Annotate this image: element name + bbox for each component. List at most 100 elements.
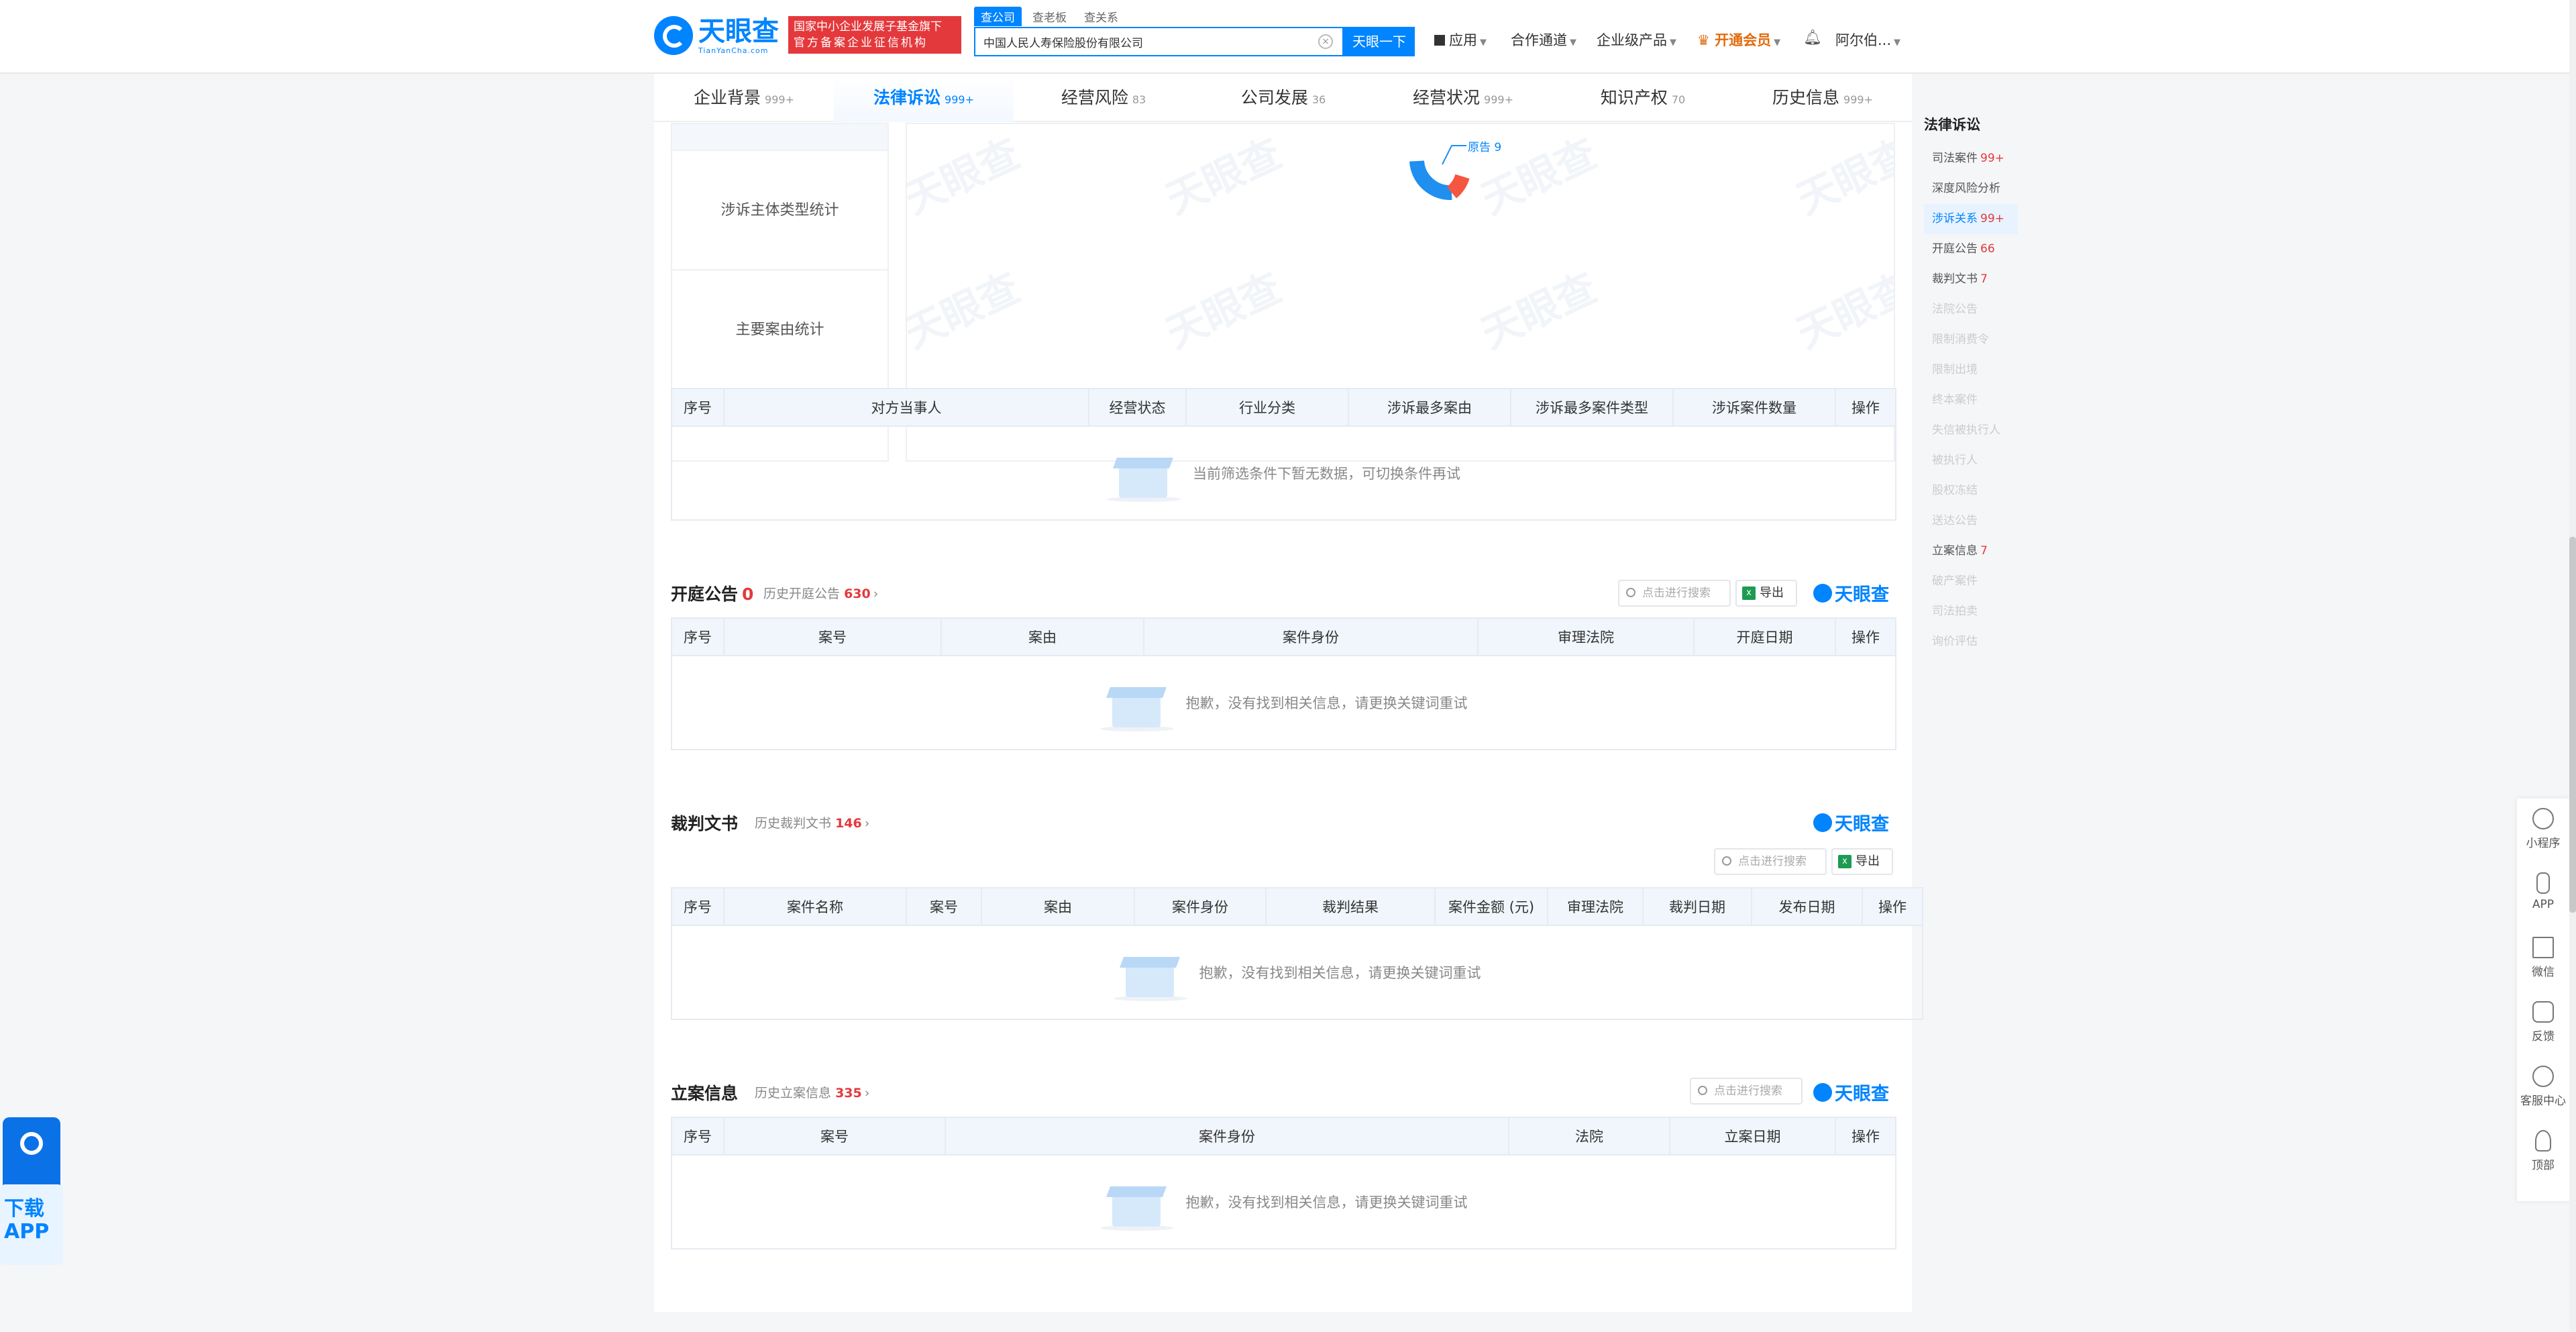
tab-litigation[interactable]: 法律诉讼 999+ <box>834 74 1014 122</box>
clear-icon[interactable]: × <box>1318 34 1333 49</box>
bell-icon[interactable]: 🔔︎ <box>1803 30 1822 46</box>
chevron-right-icon: › <box>864 1086 870 1100</box>
search-type-tabs: 查公司 查老板 查关系 <box>974 7 1125 26</box>
judgment-search[interactable]: 点击进行搜索 <box>1714 848 1827 875</box>
search-tab-boss[interactable]: 查老板 <box>1026 7 1073 26</box>
watermark: 天眼查 <box>906 130 1027 224</box>
sidebar-item-label: 询价评估 <box>1932 635 1978 648</box>
nav-enterprise[interactable]: 企业级产品 ▼ <box>1597 30 1676 50</box>
search-tab-company[interactable]: 查公司 <box>974 7 1022 26</box>
app-download-promo[interactable]: 下载 APP <box>0 1117 63 1278</box>
history-label: 历史开庭公告 <box>763 586 841 601</box>
col-header: 案件身份 <box>1143 617 1479 656</box>
sidebar-item[interactable]: 立案信息 7 <box>1924 536 2018 566</box>
search-placeholder: 点击进行搜索 <box>1738 855 1807 868</box>
tab-count: 70 <box>1671 93 1686 106</box>
sidebar-item[interactable]: 司法案件 99+ <box>1924 144 2018 174</box>
nav-apps[interactable]: 应用 ▼ <box>1434 30 1487 50</box>
tab-count: 36 <box>1311 93 1326 106</box>
search-input[interactable]: 中国人民人寿保险股份有限公司 × <box>974 27 1344 56</box>
tab-background[interactable]: 企业背景 999+ <box>654 74 834 122</box>
filing-search[interactable]: 点击进行搜索 <box>1690 1078 1803 1105</box>
scrollbar-thumb[interactable] <box>2569 537 2576 913</box>
nav-user[interactable]: 阿尔伯... ▼ <box>1835 30 1900 50</box>
empty-row: 当前筛选条件下暂无数据，可切换条件再试 <box>671 425 1896 521</box>
brand-mini: 天眼查 <box>1813 1079 1889 1105</box>
miniprogram-icon <box>2532 808 2554 829</box>
gov-badge: 国家中小企业发展子基金旗下 官方备案企业征信机构 <box>788 16 961 54</box>
col-header: 开庭日期 <box>1693 617 1836 656</box>
tab-history[interactable]: 历史信息 999+ <box>1733 74 1913 122</box>
tab-count: 999+ <box>1484 93 1513 106</box>
col-header: 操作 <box>1835 1117 1896 1156</box>
nav-vip[interactable]: ♛ 开通会员 ▼ <box>1697 30 1780 50</box>
col-header: 案号 <box>723 1117 946 1156</box>
feedback-icon <box>2532 1001 2554 1023</box>
site-logo[interactable]: 天眼查 TianYanCha.com <box>654 16 779 55</box>
tab-operating-risk[interactable]: 经营风险 83 <box>1014 74 1193 122</box>
sidebar-item-label: 被执行人 <box>1932 454 1978 467</box>
export-label: 导出 <box>1856 854 1880 868</box>
sidebar-item[interactable]: 裁判文书 7 <box>1924 264 2018 295</box>
tool-service[interactable]: 客服中心 <box>2517 1056 2569 1121</box>
judgment-export-button[interactable]: x 导出 <box>1831 848 1893 875</box>
tab-label: 企业背景 <box>694 88 761 107</box>
tool-label: 小程序 <box>2526 837 2561 850</box>
sidebar-item: 失信被执行人 <box>1924 415 2018 446</box>
sidebar-item-label: 司法拍卖 <box>1932 605 1978 618</box>
col-header: 立案日期 <box>1669 1117 1836 1156</box>
col-header: 案由 <box>941 617 1144 656</box>
stat-cause[interactable]: 主要案由统计 <box>672 270 888 390</box>
tab-ip[interactable]: 知识产权 70 <box>1553 74 1733 122</box>
sidebar-item[interactable]: 涉诉关系 99+ <box>1924 204 2018 234</box>
court-notice-search[interactable]: 点击进行搜索 <box>1618 580 1731 607</box>
tool-label: 反馈 <box>2532 1030 2555 1043</box>
tool-top[interactable]: 顶部 <box>2517 1121 2569 1185</box>
col-header: 涉诉案件数量 <box>1672 388 1836 427</box>
promo-line2: APP <box>4 1220 50 1243</box>
tab-operating-status[interactable]: 经营状况 999+ <box>1373 74 1553 122</box>
headset-icon <box>2532 1066 2554 1087</box>
col-header: 行业分类 <box>1185 388 1349 427</box>
search-tab-relation[interactable]: 查关系 <box>1077 7 1125 26</box>
sidebar-item-count: 7 <box>1980 544 1988 558</box>
sidebar-item-count: 66 <box>1980 242 1995 256</box>
court-notice-history-link[interactable]: 历史开庭公告 630 › <box>763 584 878 602</box>
judgment-history-link[interactable]: 历史裁判文书 146 › <box>755 813 869 831</box>
tool-miniprogram[interactable]: 小程序 <box>2517 799 2569 863</box>
app-download-label: 下载 APP <box>0 1184 63 1265</box>
sidebar-title: 法律诉讼 <box>1924 117 1980 133</box>
sidebar-item-label: 深度风险分析 <box>1932 182 2000 195</box>
sidebar-item[interactable]: 深度风险分析 <box>1924 174 2018 204</box>
sidebar-item-count: 7 <box>1980 272 1988 286</box>
stat-party-type[interactable]: 涉诉主体类型统计 <box>672 151 888 270</box>
watermark: 天眼查 <box>1474 264 1604 358</box>
tool-wechat[interactable]: 微信 <box>2517 927 2569 992</box>
sidebar-item-label: 限制出境 <box>1932 363 1978 376</box>
filing-table: 序号 案号 案件身份 法院 立案日期 操作 抱歉，没有找到相关信息，请更换关键词… <box>671 1117 1896 1249</box>
logo-eye-icon <box>1813 813 1832 832</box>
sidebar-item-label: 涉诉关系 <box>1932 212 1978 225</box>
tool-app[interactable]: APP <box>2517 863 2569 927</box>
tab-development[interactable]: 公司发展 36 <box>1193 74 1373 122</box>
chevron-down-icon: ▼ <box>1774 38 1781 48</box>
tab-count: 999+ <box>1843 93 1873 106</box>
excel-icon: x <box>1742 586 1756 600</box>
nav-partner[interactable]: 合作通道 ▼ <box>1511 30 1576 50</box>
judgment-table: 序号 案件名称 案号 案由 案件身份 裁判结果 案件金额 (元) 审理法院 裁判… <box>671 887 1923 1020</box>
col-header: 涉诉最多案件类型 <box>1510 388 1674 427</box>
tool-feedback[interactable]: 反馈 <box>2517 992 2569 1056</box>
watermark: 天眼查 <box>1159 130 1289 224</box>
empty-box-icon <box>1099 1172 1174 1232</box>
search-button[interactable]: 天眼一下 <box>1344 27 1415 56</box>
col-header: 裁判结果 <box>1265 887 1436 926</box>
history-count: 335 <box>835 1086 862 1100</box>
history-label: 历史裁判文书 <box>755 816 832 831</box>
sidebar-item[interactable]: 开庭公告 66 <box>1924 234 2018 264</box>
filing-history-link[interactable]: 历史立案信息 335 › <box>755 1083 869 1101</box>
app-phone-icon <box>3 1117 60 1191</box>
phone-icon <box>2536 872 2550 894</box>
watermark: 天眼查 <box>1159 264 1289 358</box>
court-notice-export-button[interactable]: x 导出 <box>1735 580 1797 607</box>
top-bar: 天眼查 TianYanCha.com 国家中小企业发展子基金旗下 官方备案企业征… <box>0 0 2576 74</box>
